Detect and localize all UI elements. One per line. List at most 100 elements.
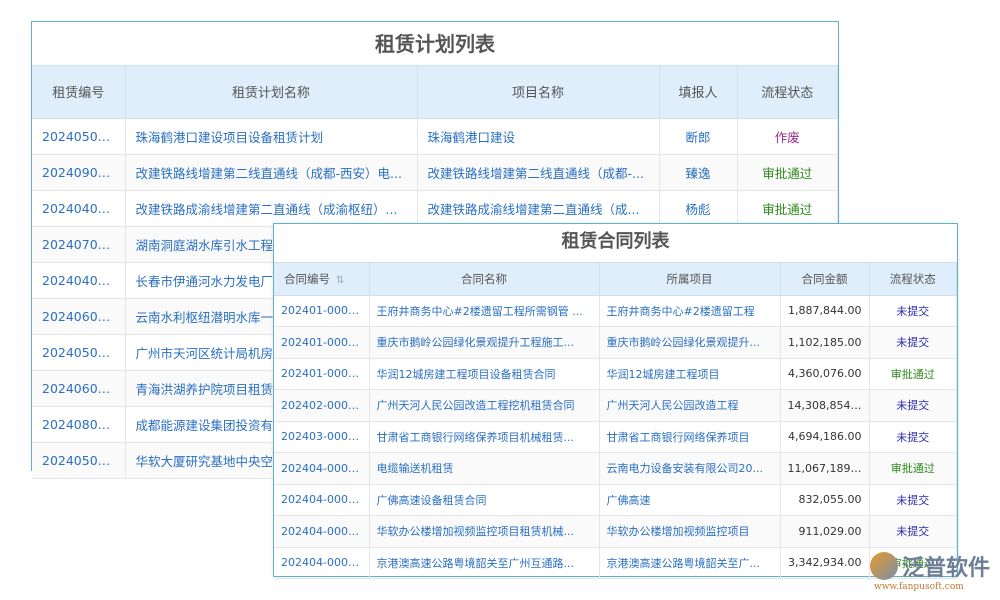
column-header[interactable]: 租赁编号 — [32, 66, 125, 118]
id-cell[interactable]: 202402-00001 — [274, 390, 369, 422]
status-cell: 未提交 — [869, 295, 957, 327]
table-row[interactable]: 2024050008珠海鹤港口建设项目设备租赁计划珠海鹤港口建设断郎作废 — [32, 118, 838, 154]
id-cell[interactable]: 202403-00001 — [274, 421, 369, 453]
project-cell[interactable]: 甘肃省工商银行网络保养项目 — [599, 421, 780, 453]
table-row[interactable]: 202401-00001王府井商务中心#2楼遗留工程所需钢管 ...王府井商务中… — [274, 295, 957, 327]
column-header-label: 填报人 — [678, 86, 717, 101]
column-header-label: 流程状态 — [761, 86, 813, 101]
project-cell[interactable]: 华软办公楼增加视频监控项目 — [599, 516, 780, 548]
column-header[interactable]: 项目名称 — [417, 66, 659, 118]
column-header[interactable]: 租赁计划名称 — [125, 66, 417, 118]
id-cell[interactable]: 202401-00002 — [274, 358, 369, 390]
id-cell[interactable]: 202404-00004 — [274, 547, 369, 579]
column-header[interactable]: 填报人 — [659, 66, 737, 118]
project-cell[interactable]: 京港澳高速公路粤境韶关至广... — [599, 547, 780, 579]
amount-cell: 832,055.00 — [780, 484, 869, 516]
rental-contract-title: 租赁合同列表 — [274, 224, 957, 263]
id-cell[interactable]: 202401-00001 — [274, 327, 369, 359]
column-header[interactable]: 流程状态 — [869, 263, 957, 295]
amount-cell: 1,102,185.00 — [780, 327, 869, 359]
project-cell[interactable]: 改建铁路线增建第二线直通线（成都-... — [417, 154, 659, 190]
name-cell[interactable]: 广佛高速设备租赁合同 — [369, 484, 599, 516]
table-row[interactable]: 202404-00001电缆输送机租赁云南电力设备安装有限公司20...11,0… — [274, 453, 957, 485]
project-cell[interactable]: 重庆市鹅岭公园绿化景观提升... — [599, 327, 780, 359]
id-cell[interactable]: 2024080004 — [32, 406, 125, 442]
watermark-url: www.fanpusoft.com — [874, 582, 964, 592]
amount-cell: 911,029.00 — [780, 516, 869, 548]
column-header[interactable]: 合同金额 — [780, 263, 869, 295]
name-cell[interactable]: 华润12城房建工程项目设备租赁合同 — [369, 358, 599, 390]
project-cell[interactable]: 王府井商务中心#2楼遗留工程 — [599, 295, 780, 327]
project-cell[interactable]: 华润12城房建工程项目 — [599, 358, 780, 390]
table-row[interactable]: 2024090003改建铁路线增建第二线直通线（成都-西安）电...改建铁路线增… — [32, 154, 838, 190]
name-cell[interactable]: 王府井商务中心#2楼遗留工程所需钢管 ... — [369, 295, 599, 327]
table-row[interactable]: 202401-00002华润12城房建工程项目设备租赁合同华润12城房建工程项目… — [274, 358, 957, 390]
name-cell[interactable]: 华软办公楼增加视频监控项目租赁机械... — [369, 516, 599, 548]
id-cell[interactable]: 202404-00001 — [274, 453, 369, 485]
sort-icon[interactable]: ⇅ — [336, 275, 344, 286]
name-cell[interactable]: 甘肃省工商银行网络保养项目机械租赁... — [369, 421, 599, 453]
table-row[interactable]: 202401-00001重庆市鹅岭公园绿化景观提升工程施工...重庆市鹅岭公园绿… — [274, 327, 957, 359]
id-cell[interactable]: 2024050006 — [32, 442, 125, 478]
column-header-label: 租赁编号 — [52, 86, 104, 101]
status-cell: 作废 — [737, 118, 838, 154]
reporter-cell: 断郎 — [659, 118, 737, 154]
status-cell: 未提交 — [869, 327, 957, 359]
project-cell[interactable]: 改建铁路成渝线增建第二直通线（成... — [417, 190, 659, 226]
column-header-label: 租赁计划名称 — [232, 86, 310, 101]
id-cell[interactable]: 202404-00002 — [274, 484, 369, 516]
name-cell[interactable]: 广州天河人民公园改造工程挖机租赁合同 — [369, 390, 599, 422]
name-cell[interactable]: 电缆输送机租赁 — [369, 453, 599, 485]
column-header-label: 合同编号 — [284, 272, 330, 286]
table-row[interactable]: 202403-00001甘肃省工商银行网络保养项目机械租赁...甘肃省工商银行网… — [274, 421, 957, 453]
id-cell[interactable]: 202404-00003 — [274, 516, 369, 548]
column-header[interactable]: 所属项目 — [599, 263, 780, 295]
id-cell[interactable]: 2024060009 — [32, 370, 125, 406]
column-header-label: 流程状态 — [890, 272, 936, 286]
project-cell[interactable]: 珠海鹤港口建设 — [417, 118, 659, 154]
rental-contract-table: 合同编号⇅合同名称所属项目合同金额流程状态202401-00001王府井商务中心… — [274, 263, 957, 579]
reporter-cell: 杨彪 — [659, 190, 737, 226]
id-cell[interactable]: 2024090003 — [32, 154, 125, 190]
name-cell[interactable]: 改建铁路成渝线增建第二直通线（成渝枢纽）... — [125, 190, 417, 226]
column-header[interactable]: 合同名称 — [369, 263, 599, 295]
amount-cell: 4,360,076.00 — [780, 358, 869, 390]
status-cell: 审批通过 — [737, 154, 838, 190]
project-cell[interactable]: 广佛高速 — [599, 484, 780, 516]
column-header[interactable]: 合同编号 ⇅ — [274, 263, 369, 295]
amount-cell: 1,887,844.00 — [780, 295, 869, 327]
name-cell[interactable]: 珠海鹤港口建设项目设备租赁计划 — [125, 118, 417, 154]
status-cell: 未提交 — [869, 390, 957, 422]
column-header-label: 合同名称 — [461, 272, 507, 286]
reporter-cell: 臻逸 — [659, 154, 737, 190]
status-cell: 未提交 — [869, 484, 957, 516]
table-row[interactable]: 2024040007改建铁路成渝线增建第二直通线（成渝枢纽）...改建铁路成渝线… — [32, 190, 838, 226]
logo-icon — [870, 552, 898, 580]
table-row[interactable]: 202404-00002广佛高速设备租赁合同广佛高速832,055.00未提交 — [274, 484, 957, 516]
watermark-name: 泛普软件 — [902, 550, 990, 582]
column-header-label: 所属项目 — [667, 272, 713, 286]
rental-plan-title: 租赁计划列表 — [32, 22, 838, 66]
project-cell[interactable]: 云南电力设备安装有限公司20... — [599, 453, 780, 485]
id-cell[interactable]: 2024060010 — [32, 298, 125, 334]
id-cell[interactable]: 2024050008 — [32, 118, 125, 154]
amount-cell: 11,067,189.00 — [780, 453, 869, 485]
id-cell[interactable]: 2024050007 — [32, 334, 125, 370]
table-row[interactable]: 202402-00001广州天河人民公园改造工程挖机租赁合同广州天河人民公园改造… — [274, 390, 957, 422]
name-cell[interactable]: 改建铁路线增建第二线直通线（成都-西安）电... — [125, 154, 417, 190]
table-row[interactable]: 202404-00003华软办公楼增加视频监控项目租赁机械...华软办公楼增加视… — [274, 516, 957, 548]
amount-cell: 4,694,186.00 — [780, 421, 869, 453]
table-row[interactable]: 202404-00004京港澳高速公路粤境韶关至广州互通路...京港澳高速公路粤… — [274, 547, 957, 579]
project-cell[interactable]: 广州天河人民公园改造工程 — [599, 390, 780, 422]
name-cell[interactable]: 京港澳高速公路粤境韶关至广州互通路... — [369, 547, 599, 579]
status-cell: 审批通过 — [737, 190, 838, 226]
id-cell[interactable]: 202401-00001 — [274, 295, 369, 327]
status-cell: 审批通过 — [869, 358, 957, 390]
id-cell[interactable]: 2024040006 — [32, 262, 125, 298]
id-cell[interactable]: 2024070009 — [32, 226, 125, 262]
name-cell[interactable]: 重庆市鹅岭公园绿化景观提升工程施工... — [369, 327, 599, 359]
id-cell[interactable]: 2024040007 — [32, 190, 125, 226]
amount-cell: 14,308,854.... — [780, 390, 869, 422]
amount-cell: 3,342,934.00 — [780, 547, 869, 579]
column-header[interactable]: 流程状态 — [737, 66, 838, 118]
